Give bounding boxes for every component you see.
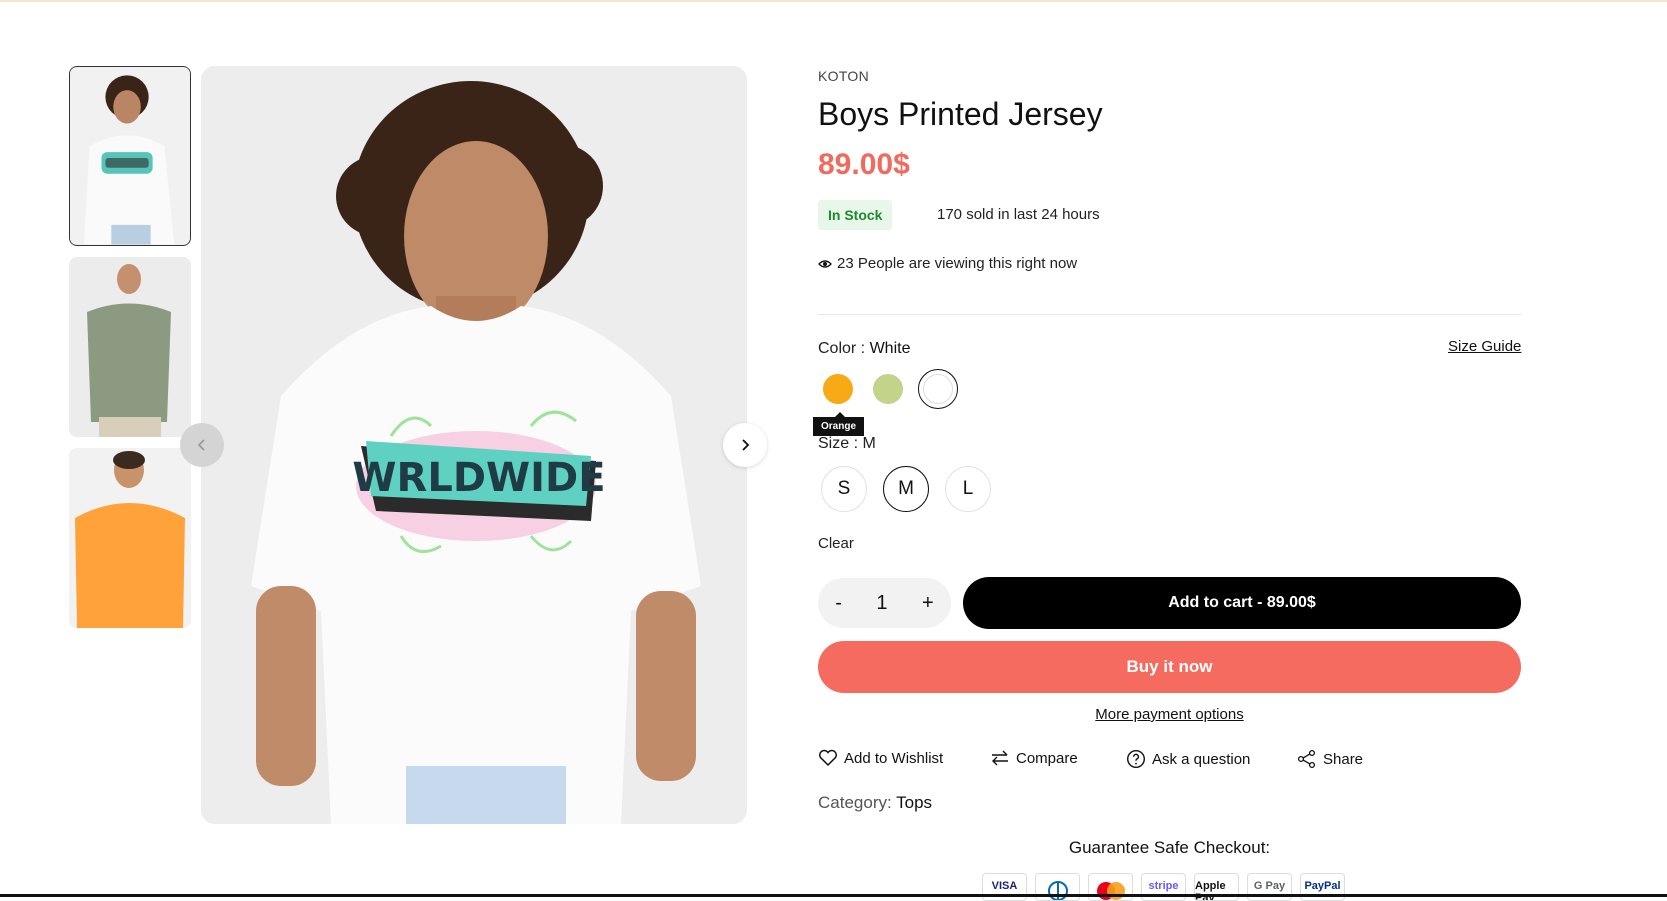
selected-size: M bbox=[862, 435, 876, 452]
product-category: Category: Tops bbox=[818, 793, 932, 813]
viewers-info: 23 People are viewing this right now bbox=[818, 255, 1077, 272]
man-orange-tee-thumbnail bbox=[69, 448, 191, 628]
size-option-m[interactable]: M bbox=[883, 466, 929, 512]
color-tooltip: Orange bbox=[813, 412, 865, 436]
wishlist-label: Add to Wishlist bbox=[844, 749, 944, 767]
thumbnail-3[interactable] bbox=[69, 448, 191, 628]
info-divider bbox=[818, 314, 1521, 315]
viewers-text: 23 People are viewing this right now bbox=[837, 255, 1078, 272]
product-price: 89.00$ bbox=[818, 148, 910, 181]
quantity-decrease-button[interactable]: - bbox=[835, 592, 842, 615]
svg-text:WRLDWIDE: WRLDWIDE bbox=[352, 455, 605, 501]
color-swatch-green[interactable] bbox=[873, 374, 903, 404]
more-payment-options-link[interactable]: More payment options bbox=[818, 706, 1521, 723]
add-to-wishlist-button[interactable]: Add to Wishlist bbox=[818, 749, 943, 767]
color-label: Color : White bbox=[818, 340, 910, 358]
compare-label: Compare bbox=[1016, 749, 1078, 767]
size-option-l[interactable]: L bbox=[945, 466, 991, 512]
ask-question-label: Ask a question bbox=[1152, 750, 1251, 768]
man-green-tee-thumbnail bbox=[69, 257, 191, 437]
chevron-left-icon bbox=[197, 439, 205, 451]
guarantee-checkout-title: Guarantee Safe Checkout: bbox=[1068, 838, 1271, 857]
size-label-prefix: Size : bbox=[818, 435, 859, 452]
quantity-increase-button[interactable]: + bbox=[922, 592, 934, 615]
product-brand: KOTON bbox=[818, 68, 870, 84]
share-icon bbox=[1297, 749, 1316, 769]
ask-question-button[interactable]: Ask a question bbox=[1126, 749, 1250, 769]
thumbnail-2[interactable] bbox=[69, 257, 191, 437]
quantity-value[interactable]: 1 bbox=[876, 592, 887, 615]
boy-in-printed-jersey-image: WRLDWIDE bbox=[201, 66, 747, 824]
main-product-image: WRLDWIDE bbox=[201, 66, 747, 824]
size-guide-link[interactable]: Size Guide bbox=[1448, 338, 1521, 355]
compare-button[interactable]: Compare bbox=[990, 749, 1078, 767]
add-to-cart-button[interactable]: Add to cart - 89.00$ bbox=[963, 577, 1521, 629]
diners-logo bbox=[1047, 881, 1068, 900]
next-image-button[interactable] bbox=[723, 423, 767, 467]
share-button[interactable]: Share bbox=[1297, 749, 1363, 769]
quantity-stepper: - 1 + bbox=[818, 578, 951, 628]
color-label-prefix: Color : bbox=[818, 340, 866, 357]
color-swatch-orange[interactable] bbox=[823, 374, 853, 404]
thumbnail-1[interactable] bbox=[69, 66, 191, 246]
chevron-right-icon bbox=[742, 439, 750, 451]
boy-white-tee-thumbnail bbox=[70, 67, 190, 245]
heart-icon bbox=[819, 749, 837, 767]
question-circle-icon bbox=[1126, 749, 1146, 769]
mastercard-logo bbox=[1096, 882, 1125, 900]
share-label: Share bbox=[1323, 750, 1364, 768]
category-label: Category: bbox=[818, 793, 892, 812]
buy-now-button[interactable]: Buy it now bbox=[818, 641, 1521, 693]
clear-selection-link[interactable]: Clear bbox=[818, 535, 854, 552]
top-accent-line bbox=[0, 0, 1667, 2]
sold-count-text: 170 sold in last 24 hours bbox=[937, 206, 1100, 223]
compare-arrows-icon bbox=[992, 750, 1008, 766]
color-swatch-white[interactable] bbox=[918, 369, 958, 409]
product-title: Boys Printed Jersey bbox=[818, 96, 1103, 132]
previous-image-button[interactable] bbox=[180, 423, 224, 467]
eye-icon bbox=[818, 259, 832, 268]
selected-color: White bbox=[869, 340, 911, 357]
category-link[interactable]: Tops bbox=[896, 793, 932, 812]
size-label: Size : M bbox=[818, 435, 876, 453]
size-option-s[interactable]: S bbox=[821, 466, 867, 512]
stock-badge: In Stock bbox=[818, 200, 893, 230]
